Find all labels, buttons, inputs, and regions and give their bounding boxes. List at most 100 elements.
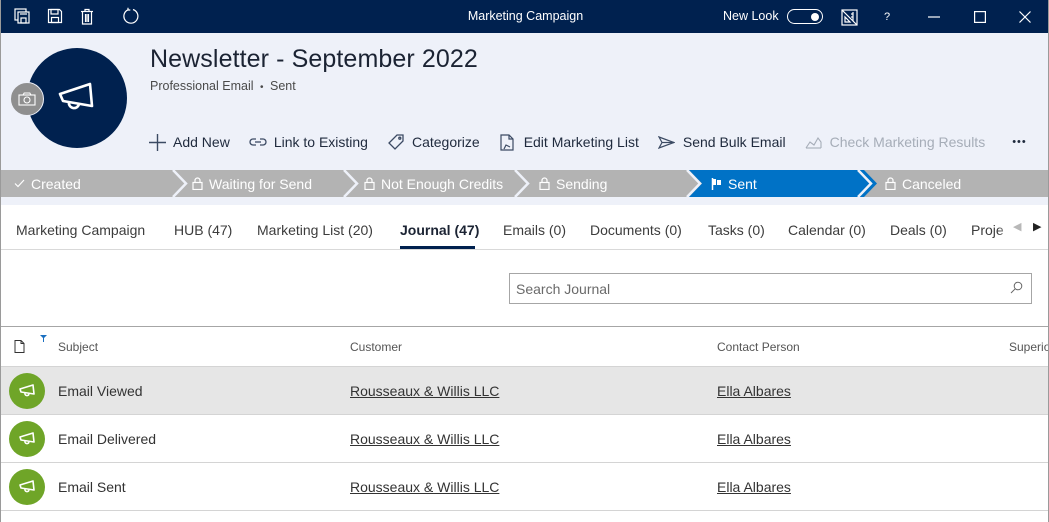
close-button[interactable] <box>1012 4 1038 30</box>
record-title: Newsletter - September 2022 <box>150 45 478 73</box>
tab-emails[interactable]: Emails (0) <box>503 222 566 238</box>
stage-sending[interactable]: Sending <box>539 170 607 197</box>
stage-label: Sent <box>728 175 757 192</box>
check-marketing-results-label: Check Marketing Results <box>829 134 986 150</box>
add-new-button[interactable]: Add New <box>148 133 230 151</box>
record-subtitle: Professional Email • Sent <box>150 79 296 93</box>
table-row[interactable]: Email Viewed Rousseaux & Willis LLC Ella… <box>1 367 1048 415</box>
search-icon[interactable] <box>1010 281 1023 299</box>
search-journal-box <box>509 273 1032 304</box>
record-status: Sent <box>270 79 296 93</box>
new-look-label: New Look <box>723 9 779 23</box>
flag-icon <box>711 177 722 190</box>
categorize-button[interactable]: Categorize <box>387 133 480 151</box>
send-bulk-email-button[interactable]: Send Bulk Email <box>658 133 786 151</box>
lock-icon <box>539 177 550 190</box>
tab-calendar[interactable]: Calendar (0) <box>788 222 866 238</box>
row-customer-link[interactable]: Rousseaux & Willis LLC <box>350 431 499 447</box>
row-subject: Email Delivered <box>58 431 157 447</box>
row-customer-link[interactable]: Rousseaux & Willis LLC <box>350 479 499 495</box>
header-spacer <box>1 197 1048 205</box>
plus-icon <box>148 133 166 151</box>
stage-created[interactable]: Created <box>14 170 81 197</box>
lock-icon <box>885 177 896 190</box>
command-bar: Add New Link to Existing Categorize Edit… <box>148 131 1046 153</box>
delete-icon[interactable] <box>78 7 96 25</box>
save-all-icon[interactable] <box>13 7 31 25</box>
search-journal-input[interactable] <box>510 274 1000 303</box>
app-window: Marketing Campaign New Look ? Newsletter… <box>0 0 1049 522</box>
check-icon <box>14 179 25 188</box>
row-subject: Email Sent <box>58 479 126 495</box>
stage-divider <box>514 170 530 197</box>
send-bulk-email-label: Send Bulk Email <box>682 134 786 150</box>
send-icon <box>658 133 676 151</box>
tab-tasks[interactable]: Tasks (0) <box>708 222 765 238</box>
document-icon[interactable] <box>14 340 25 358</box>
camera-icon <box>18 92 36 106</box>
column-header-contact-person[interactable]: Contact Person <box>717 340 800 354</box>
tab-deals[interactable]: Deals (0) <box>890 222 947 238</box>
column-header-superior[interactable]: Superio <box>1009 340 1048 354</box>
journal-entry-icon <box>9 469 45 505</box>
tab-hub[interactable]: HUB (47) <box>174 222 232 238</box>
column-header-subject[interactable]: Subject <box>58 340 98 354</box>
edit-marketing-list-button[interactable]: Edit Marketing List <box>499 133 639 151</box>
stage-label: Not Enough Credits <box>381 175 504 192</box>
stage-not-enough-credits[interactable]: Not Enough Credits <box>364 170 503 197</box>
table-row[interactable]: Email Sent Rousseaux & Willis LLC Ella A… <box>1 463 1048 511</box>
edit-list-icon <box>499 133 517 151</box>
help-button[interactable]: ? <box>874 4 900 30</box>
tab-documents[interactable]: Documents (0) <box>590 222 682 238</box>
new-look-toggle[interactable] <box>787 9 823 24</box>
edit-marketing-list-label: Edit Marketing List <box>523 134 639 150</box>
link-icon <box>249 133 267 151</box>
maximize-button[interactable] <box>967 4 993 30</box>
link-to-existing-button[interactable]: Link to Existing <box>249 133 368 151</box>
change-photo-button[interactable] <box>10 82 44 116</box>
more-commands-button[interactable]: ••• <box>1012 136 1027 148</box>
stage-label: Canceled <box>902 175 962 192</box>
stage-label: Waiting for Send <box>209 175 312 192</box>
stage-canceled[interactable]: Canceled <box>885 170 961 197</box>
stage-label: Created <box>31 175 81 192</box>
row-subject: Email Viewed <box>58 383 143 399</box>
save-icon[interactable] <box>46 7 64 25</box>
chart-icon <box>805 133 823 151</box>
tab-scroll-right-icon[interactable]: ▶ <box>1033 220 1041 233</box>
tab-marketing-list[interactable]: Marketing List (20) <box>257 222 373 238</box>
stage-sent[interactable]: Sent <box>711 170 757 197</box>
layout-designer-icon[interactable] <box>836 4 862 30</box>
table-row[interactable]: Email Delivered Rousseaux & Willis LLC E… <box>1 415 1048 463</box>
row-contact-link[interactable]: Ella Albares <box>717 431 791 447</box>
record-type: Professional Email <box>150 79 254 93</box>
row-contact-link[interactable]: Ella Albares <box>717 383 791 399</box>
megaphone-icon <box>18 432 35 445</box>
active-tab-indicator <box>400 246 475 249</box>
status-stage-bar: Created Waiting for Send Not Enough Cred… <box>1 170 1048 197</box>
row-contact-link[interactable]: Ella Albares <box>717 479 791 495</box>
tab-journal[interactable]: Journal (47) <box>400 222 479 238</box>
filter-icon[interactable] <box>40 329 47 347</box>
stage-divider <box>172 170 188 197</box>
stage-label: Sending <box>556 175 608 192</box>
journal-entry-icon <box>9 421 45 457</box>
add-new-label: Add New <box>173 134 230 150</box>
megaphone-icon <box>18 480 35 493</box>
toggle-knob <box>811 12 819 21</box>
tab-scroll-left-icon[interactable]: ◀ <box>1013 220 1021 233</box>
megaphone-icon <box>18 384 35 397</box>
record-header: Newsletter - September 2022 Professional… <box>1 33 1048 170</box>
grid-header: Subject Customer Contact Person Superio <box>1 327 1048 367</box>
row-customer-link[interactable]: Rousseaux & Willis LLC <box>350 383 499 399</box>
column-header-customer[interactable]: Customer <box>350 340 402 354</box>
categorize-label: Categorize <box>411 134 480 150</box>
refresh-icon[interactable] <box>122 7 140 25</box>
stage-waiting-for-send[interactable]: Waiting for Send <box>192 170 312 197</box>
tab-marketing-campaign[interactable]: Marketing Campaign <box>16 222 145 238</box>
minimize-button[interactable] <box>921 4 947 30</box>
tab-bar: Marketing Campaign HUB (47) Marketing Li… <box>1 205 1048 250</box>
tag-icon <box>387 133 405 151</box>
stage-divider <box>857 170 873 197</box>
subtitle-separator: • <box>260 82 264 93</box>
